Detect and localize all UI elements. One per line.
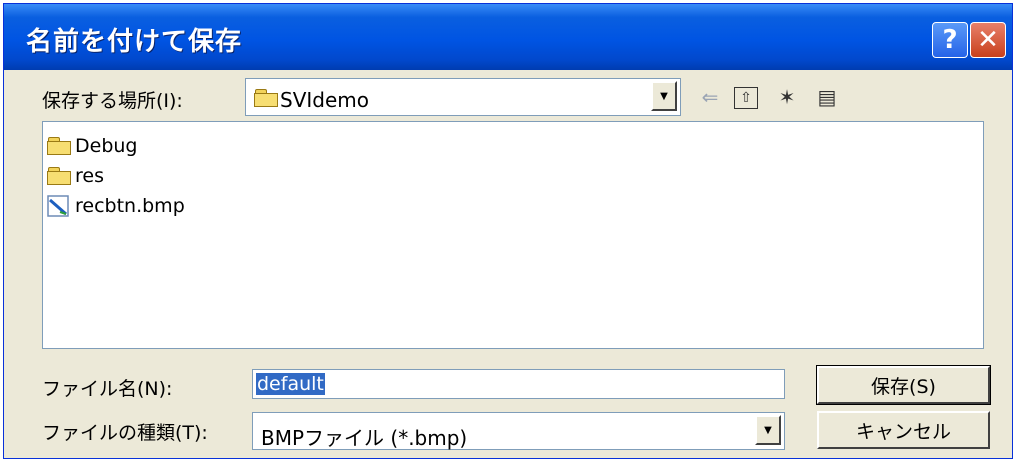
view-menu-icon[interactable]: ▤	[810, 84, 844, 110]
close-button[interactable]: ✕	[970, 22, 1006, 58]
filetype-combo[interactable]: BMPファイル (*.bmp) ▼	[252, 412, 785, 450]
chevron-down-icon[interactable]: ▼	[651, 81, 677, 111]
cancel-button[interactable]: キャンセル	[817, 411, 990, 449]
bitmap-file-icon	[47, 195, 69, 217]
folder-icon	[47, 137, 71, 155]
filename-value: default	[256, 373, 325, 395]
save-in-value: SVIdemo	[280, 88, 369, 112]
help-button[interactable]: ?	[932, 22, 968, 58]
up-folder-icon[interactable]: ⇧	[734, 87, 758, 109]
save-in-combo[interactable]: SVIdemo ▼	[245, 78, 681, 116]
close-icon: ✕	[977, 25, 999, 55]
save-button[interactable]: 保存(S)	[816, 365, 991, 405]
save-as-dialog: 名前を付けて保存 ? ✕ 保存する場所(I): SVIdemo ▼ ⇐ ⇧ ✶ …	[3, 3, 1013, 459]
filetype-value: BMPファイル (*.bmp)	[261, 426, 468, 450]
chevron-down-icon[interactable]: ▼	[755, 415, 781, 445]
file-list[interactable]: Debug res recbtn.bmp	[42, 121, 984, 349]
list-item-label: Debug	[75, 135, 138, 157]
list-item[interactable]: recbtn.bmp	[47, 192, 185, 220]
list-item-label: recbtn.bmp	[75, 195, 185, 217]
filename-field[interactable]: default	[252, 369, 785, 399]
window-title: 名前を付けて保存	[26, 27, 243, 57]
filetype-label: ファイルの種類(T):	[42, 422, 208, 444]
filename-label: ファイル名(N):	[42, 378, 173, 400]
list-item[interactable]: res	[47, 162, 104, 190]
title-bar[interactable]: 名前を付けて保存 ? ✕	[4, 4, 1012, 70]
list-item-label: res	[75, 165, 104, 187]
folder-icon	[254, 89, 278, 107]
back-icon[interactable]: ⇐	[696, 84, 724, 110]
save-in-label: 保存する場所(I):	[42, 90, 183, 112]
list-item[interactable]: Debug	[47, 132, 137, 160]
help-icon: ?	[942, 25, 958, 55]
folder-icon	[47, 167, 71, 185]
new-folder-icon[interactable]: ✶	[773, 84, 801, 110]
